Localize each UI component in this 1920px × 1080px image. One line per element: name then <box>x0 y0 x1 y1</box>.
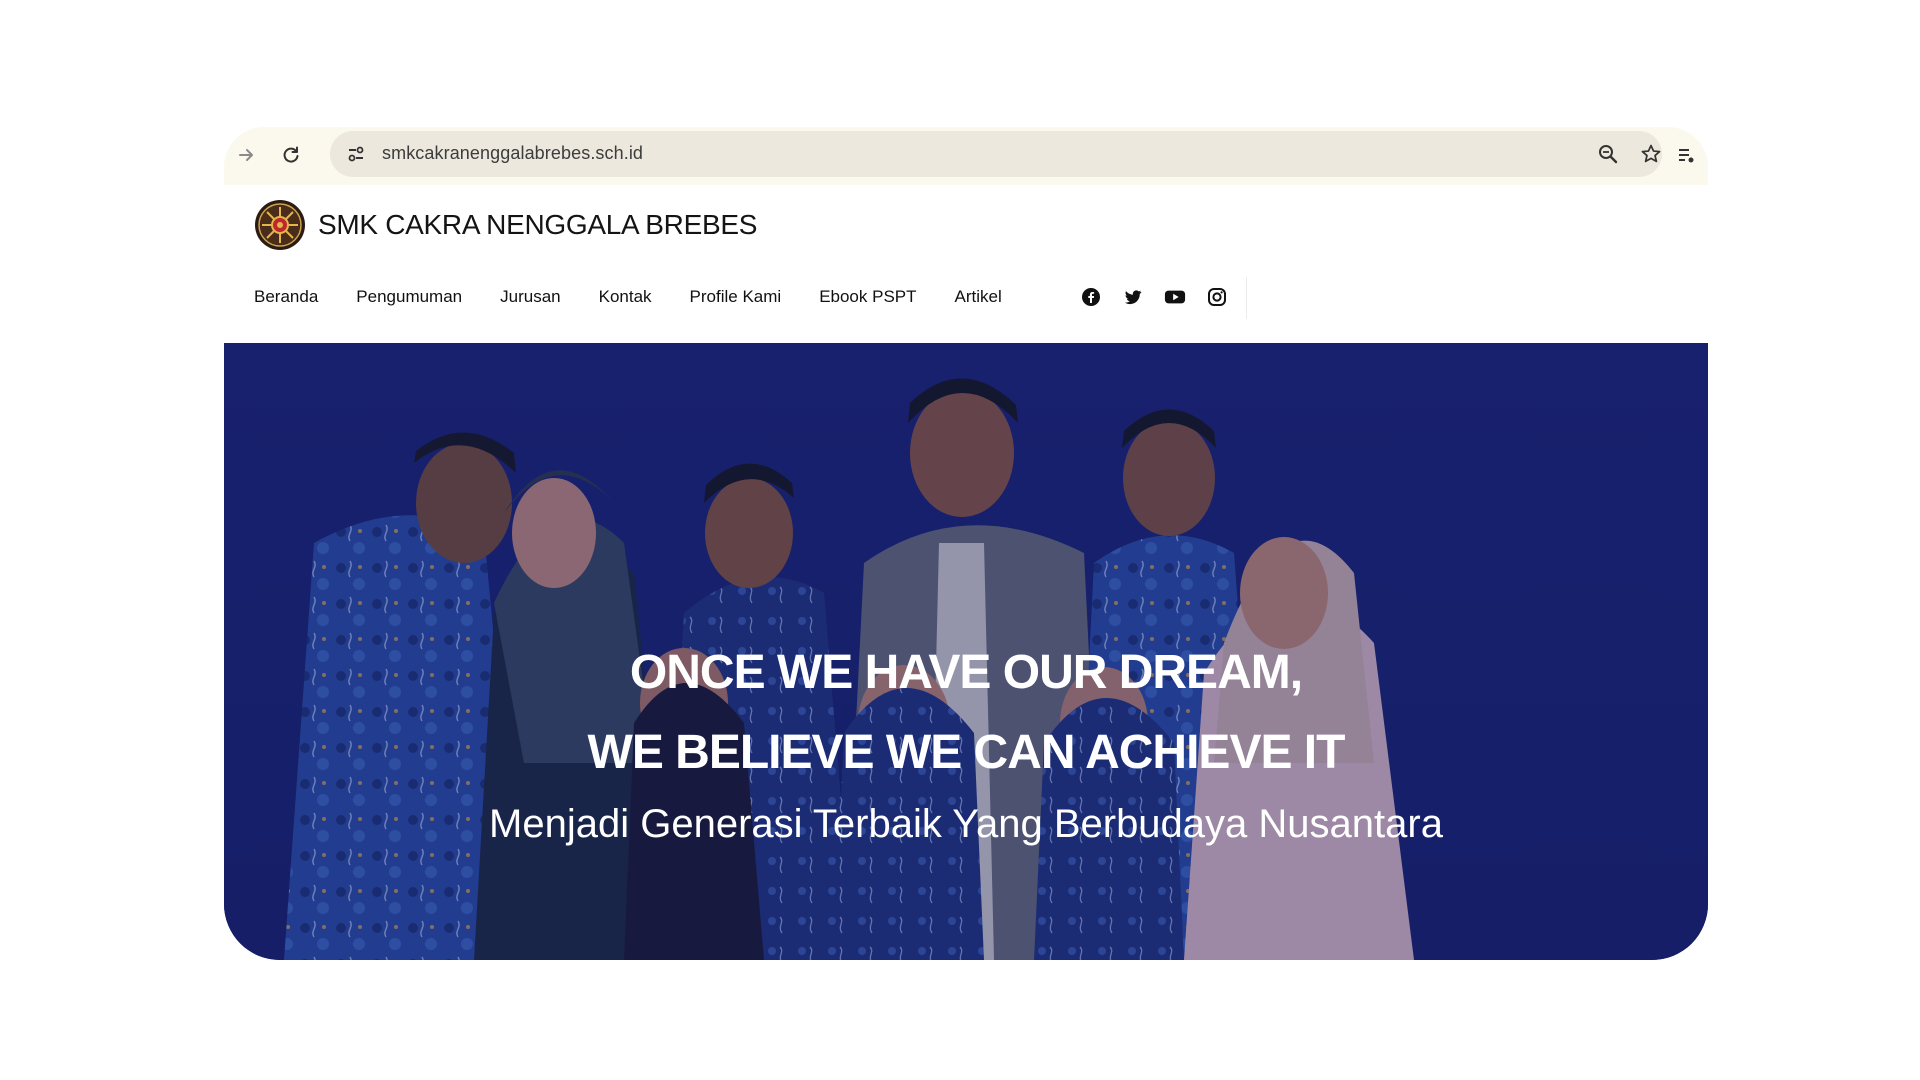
reload-icon[interactable] <box>274 138 308 172</box>
hero-headline-line2: WE BELIEVE WE CAN ACHIEVE IT <box>587 726 1346 779</box>
school-logo[interactable] <box>254 199 306 251</box>
site-settings-icon[interactable] <box>340 138 372 170</box>
nav-item-beranda[interactable]: Beranda <box>254 287 318 307</box>
social-links <box>1079 285 1229 309</box>
hero-banner: ONCE WE HAVE OUR DREAM, WE BELIEVE WE CA… <box>224 343 1708 960</box>
nav-divider <box>1246 277 1247 319</box>
zoom-icon[interactable] <box>1592 138 1624 170</box>
browser-window: smkcakranenggalabrebes.sch.id SMK CAKRA … <box>224 127 1708 960</box>
hero-text: ONCE WE HAVE OUR DREAM, WE BELIEVE WE CA… <box>224 633 1708 859</box>
youtube-icon[interactable] <box>1163 285 1187 309</box>
site-title[interactable]: SMK CAKRA NENGGALA BREBES <box>318 209 757 241</box>
site-header: SMK CAKRA NENGGALA BREBES Beranda Pengum… <box>224 185 1708 343</box>
browser-toolbar: smkcakranenggalabrebes.sch.id <box>224 127 1708 185</box>
nav-item-ebook-pspt[interactable]: Ebook PSPT <box>819 287 916 307</box>
nav-item-artikel[interactable]: Artikel <box>955 287 1002 307</box>
nav-item-jurusan[interactable]: Jurusan <box>500 287 560 307</box>
facebook-icon[interactable] <box>1079 285 1103 309</box>
address-bar[interactable]: smkcakranenggalabrebes.sch.id <box>330 131 1662 177</box>
nav-item-profile-kami[interactable]: Profile Kami <box>690 287 782 307</box>
url-text[interactable]: smkcakranenggalabrebes.sch.id <box>382 143 643 164</box>
nav-item-kontak[interactable]: Kontak <box>599 287 652 307</box>
main-nav: Beranda Pengumuman Jurusan Kontak Profil… <box>254 287 1040 307</box>
nav-item-pengumuman[interactable]: Pengumuman <box>356 287 462 307</box>
instagram-icon[interactable] <box>1205 285 1229 309</box>
bookmark-star-icon[interactable] <box>1635 138 1667 170</box>
hero-tagline: Menjadi Generasi Terbaik Yang Berbudaya … <box>489 802 1443 846</box>
twitter-icon[interactable] <box>1121 285 1145 309</box>
reading-list-icon[interactable] <box>1669 138 1703 172</box>
forward-arrow-icon[interactable] <box>230 138 264 172</box>
hero-headline-line1: ONCE WE HAVE OUR DREAM, <box>629 646 1303 699</box>
